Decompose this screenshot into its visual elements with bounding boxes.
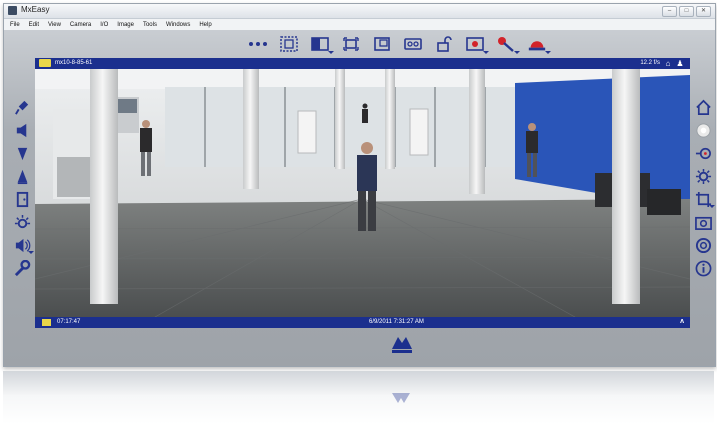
- window-title: MxEasy: [21, 5, 50, 14]
- wrench-icon[interactable]: [13, 259, 31, 277]
- logo-reflection: [390, 391, 412, 405]
- tools-icon[interactable]: [496, 35, 520, 54]
- camera-name: mx10-8-85-61: [55, 60, 93, 66]
- menu-windows[interactable]: Windows: [166, 22, 190, 28]
- microphone-icon[interactable]: [13, 98, 31, 116]
- door-icon[interactable]: [13, 190, 31, 208]
- crop-icon[interactable]: [694, 190, 715, 208]
- menu-image[interactable]: Image: [117, 22, 134, 28]
- viewer-top-bar: mx10-8-85-61 12.2 f/s ⌂ ♟: [35, 58, 690, 69]
- ring-icon[interactable]: [694, 121, 712, 139]
- viewer-bottom-bar: 07:17:47 6/9/2011 7:31:27 AM ᴧ: [35, 317, 690, 328]
- panorama-scene: [35, 69, 690, 317]
- menu-camera[interactable]: Camera: [70, 22, 91, 28]
- lock-icon[interactable]: [434, 35, 454, 53]
- mobotix-logo: [390, 331, 414, 355]
- menu-view[interactable]: View: [48, 22, 61, 28]
- home-icon[interactable]: [694, 98, 712, 116]
- lifebuoy-icon[interactable]: [694, 236, 712, 254]
- info-icon[interactable]: [694, 259, 712, 277]
- menu-tools[interactable]: Tools: [143, 22, 157, 28]
- camera-viewer: mx10-8-85-61 12.2 f/s ⌂ ♟ 07:17:47 6/9/2…: [35, 58, 690, 328]
- more-icon[interactable]: [248, 35, 268, 53]
- camera-grid-icon[interactable]: [279, 35, 299, 53]
- menu-io[interactable]: I/O: [100, 22, 108, 28]
- reflection-bar: [3, 371, 714, 395]
- snapshot-icon[interactable]: [694, 213, 712, 231]
- close-button[interactable]: ✕: [696, 6, 711, 17]
- layout-icon[interactable]: [310, 35, 334, 54]
- title-bar: MxEasy – □ ✕: [4, 4, 715, 19]
- app-icon: [8, 6, 17, 15]
- mobotix-small-icon: ᴧ: [680, 318, 684, 325]
- camera-time: 07:17:47: [57, 319, 81, 325]
- menu-bar: File Edit View Camera I/O Image Tools Wi…: [4, 19, 715, 30]
- alarm-icon[interactable]: [527, 35, 551, 54]
- home-small-icon[interactable]: ⌂: [663, 58, 673, 69]
- window-reflection: [3, 371, 714, 424]
- camera-image[interactable]: [35, 69, 690, 317]
- arrow-up-icon[interactable]: [13, 167, 31, 185]
- menu-help[interactable]: Help: [199, 22, 211, 28]
- record-icon[interactable]: [465, 35, 489, 54]
- menu-file[interactable]: File: [10, 22, 20, 28]
- fullscreen-icon[interactable]: [341, 35, 361, 53]
- recording-status-icon: [42, 319, 51, 326]
- recording-icon[interactable]: [403, 35, 423, 53]
- settings-icon[interactable]: [694, 167, 712, 185]
- target-icon[interactable]: [694, 144, 712, 162]
- camera-datetime: 6/9/2011 7:31:27 AM: [369, 319, 424, 325]
- arrow-down-icon[interactable]: [13, 144, 31, 162]
- menu-edit[interactable]: Edit: [29, 22, 39, 28]
- frame-rate: 12.2 f/s: [640, 60, 660, 66]
- camera-icon: [39, 59, 51, 67]
- left-toolbar: [10, 98, 34, 277]
- minimize-button[interactable]: –: [662, 6, 677, 17]
- toolbar: [248, 33, 551, 55]
- right-toolbar: [691, 98, 715, 277]
- person-icon[interactable]: ♟: [675, 58, 685, 69]
- maximize-button[interactable]: □: [679, 6, 694, 17]
- speaker-icon[interactable]: [13, 121, 31, 139]
- alarm-sound-icon[interactable]: [13, 236, 34, 254]
- image-compare-icon[interactable]: [372, 35, 392, 53]
- light-icon[interactable]: [13, 213, 31, 231]
